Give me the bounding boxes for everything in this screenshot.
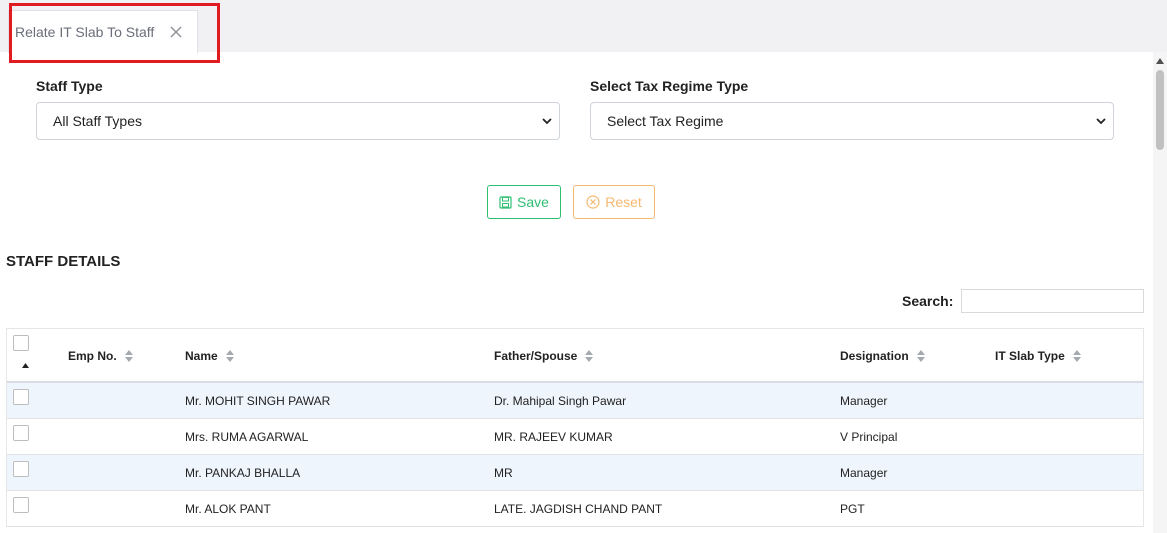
column-name[interactable]: Name (185, 349, 234, 363)
column-name-label: Name (185, 349, 218, 363)
column-designation[interactable]: Designation (840, 349, 925, 363)
reset-button[interactable]: Reset (573, 185, 655, 219)
column-father-spouse[interactable]: Father/Spouse (494, 349, 594, 363)
table-row[interactable]: Mr. ALOK PANT LATE. JAGDISH CHAND PANT P… (7, 491, 1143, 527)
sort-asc-icon[interactable] (22, 363, 29, 368)
table-header: Emp No. Name Father/Spouse Designation I… (7, 329, 1143, 383)
scroll-thumb[interactable] (1156, 70, 1164, 150)
row-checkbox[interactable] (13, 425, 29, 441)
sort-icon (124, 350, 133, 362)
table-row[interactable]: Mr. MOHIT SINGH PAWAR Dr. Mahipal Singh … (7, 383, 1143, 419)
cell-name: Mr. PANKAJ BHALLA (185, 466, 301, 480)
column-it-slab-type[interactable]: IT Slab Type (995, 349, 1081, 363)
staff-type-value: All Staff Types (53, 113, 142, 129)
chevron-down-icon (542, 118, 552, 125)
tax-regime-value: Select Tax Regime (607, 113, 724, 129)
sort-icon (225, 350, 234, 362)
save-label: Save (517, 194, 549, 210)
tax-regime-label: Select Tax Regime Type (590, 78, 749, 94)
cell-father-spouse: MR. RAJEEV KUMAR (494, 430, 613, 444)
column-it-slab-type-label: IT Slab Type (995, 349, 1065, 363)
table-row[interactable]: Mrs. RUMA AGARWAL MR. RAJEEV KUMAR V Pri… (7, 419, 1143, 455)
cell-name: Mr. ALOK PANT (185, 502, 271, 516)
vertical-scrollbar[interactable] (1153, 52, 1167, 533)
sort-icon (1072, 350, 1081, 362)
tab-bar: Relate IT Slab To Staff (0, 0, 1167, 53)
staff-type-select[interactable]: All Staff Types (36, 102, 560, 140)
cancel-circle-icon (586, 195, 600, 209)
section-title: STAFF DETAILS (6, 253, 121, 270)
search-label: Search: (902, 293, 954, 309)
cell-designation: PGT (840, 502, 865, 516)
column-emp-no[interactable]: Emp No. (68, 349, 133, 363)
chevron-down-icon (1096, 118, 1106, 125)
save-button[interactable]: Save (487, 185, 561, 219)
search-input[interactable] (961, 289, 1144, 313)
cell-designation: Manager (840, 466, 888, 480)
row-checkbox[interactable] (13, 461, 29, 477)
column-emp-no-label: Emp No. (68, 349, 117, 363)
row-checkbox[interactable] (13, 389, 29, 405)
select-all-checkbox[interactable] (13, 335, 29, 351)
tax-regime-select[interactable]: Select Tax Regime (590, 102, 1114, 140)
cell-father-spouse: MR (494, 466, 513, 480)
table-row[interactable]: Mr. PANKAJ BHALLA MR Manager (7, 455, 1143, 491)
cell-designation: V Principal (840, 430, 898, 444)
sort-icon (585, 350, 594, 362)
scroll-up-icon[interactable] (1156, 58, 1164, 64)
tab-label: Relate IT Slab To Staff (15, 24, 155, 40)
cell-father-spouse: LATE. JAGDISH CHAND PANT (494, 502, 663, 516)
tab-relate-it-slab[interactable]: Relate IT Slab To Staff (8, 10, 198, 53)
staff-type-label: Staff Type (36, 78, 103, 94)
save-icon (499, 195, 512, 209)
sort-icon (916, 350, 925, 362)
column-designation-label: Designation (840, 349, 909, 363)
row-checkbox[interactable] (13, 497, 29, 513)
reset-label: Reset (605, 194, 642, 210)
column-father-spouse-label: Father/Spouse (494, 349, 578, 363)
cell-name: Mrs. RUMA AGARWAL (185, 430, 309, 444)
staff-table: Emp No. Name Father/Spouse Designation I… (6, 328, 1144, 527)
cell-designation: Manager (840, 394, 888, 408)
cell-father-spouse: Dr. Mahipal Singh Pawar (494, 394, 627, 408)
close-icon[interactable] (169, 25, 183, 39)
cell-name: Mr. MOHIT SINGH PAWAR (185, 394, 331, 408)
